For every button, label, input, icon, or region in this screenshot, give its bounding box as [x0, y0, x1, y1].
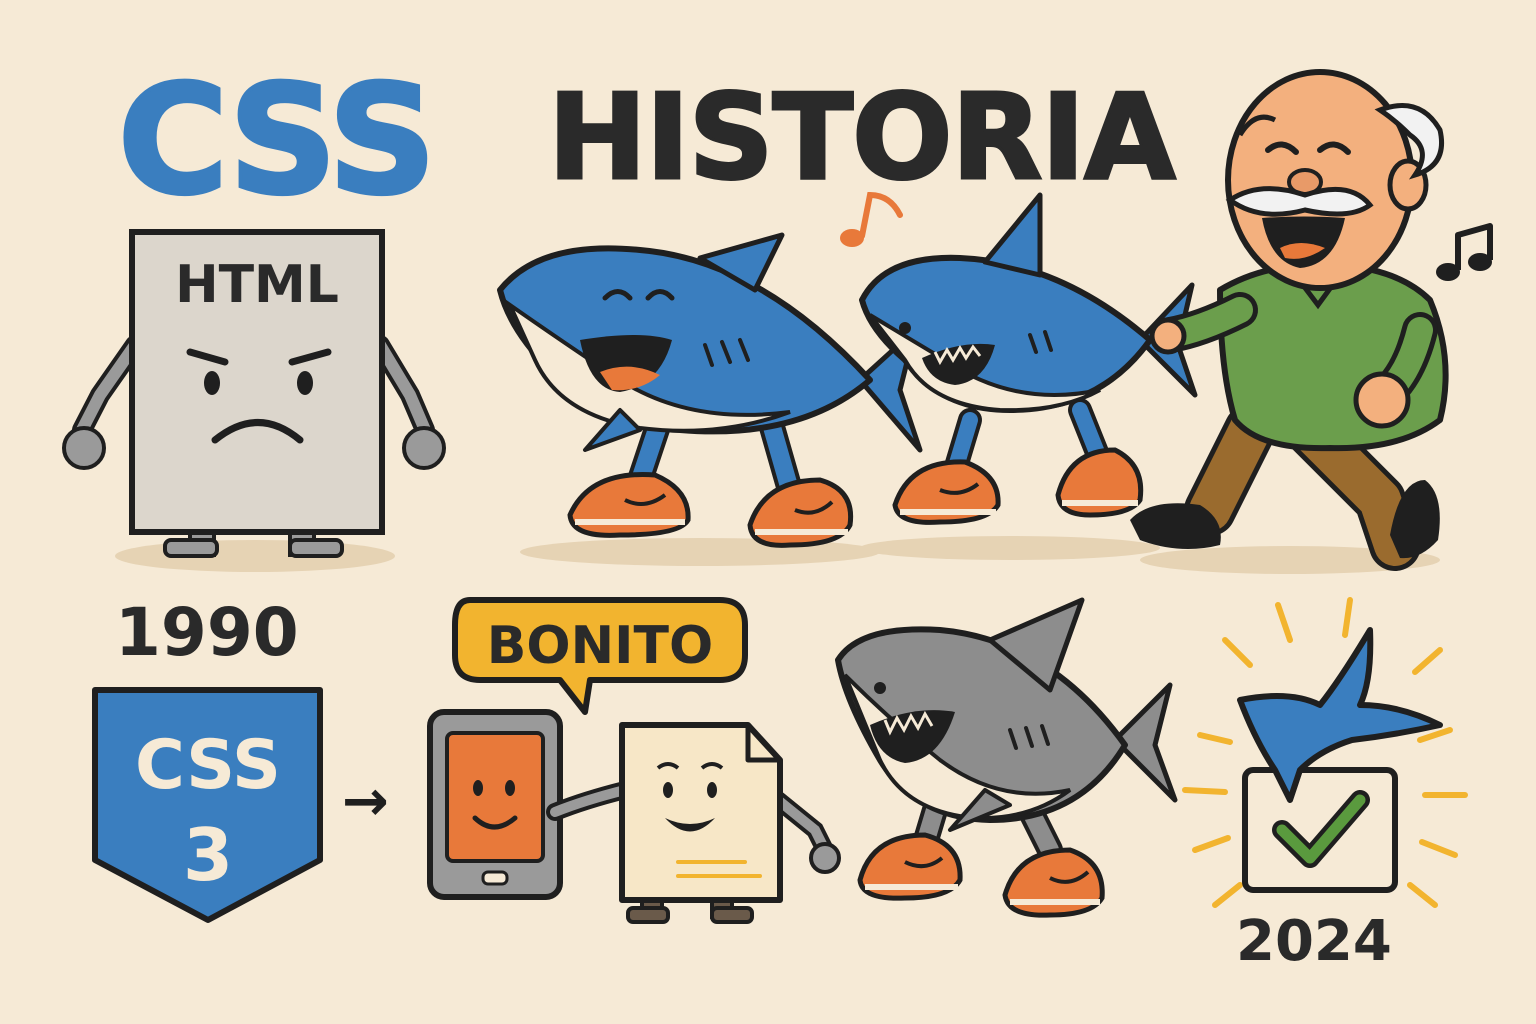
title-historia: HISTORIA	[548, 68, 1175, 206]
phone-home-button	[481, 870, 509, 886]
happy-old-man	[1130, 69, 1449, 574]
shark-1-sneaker-left	[567, 472, 691, 538]
old-man-mustache	[1225, 186, 1374, 217]
css3-shield-badge: CSS 3	[92, 687, 323, 923]
illustration-canvas: CSS HISTORIA HTML 1990 CSS 3 → BONITO 20…	[62, 52, 1493, 974]
blue-shark-1	[497, 232, 923, 566]
speech-bubble-text: BONITO	[487, 616, 713, 676]
html-page-right-hand	[402, 426, 446, 470]
gray-shark-eye	[874, 682, 886, 694]
document-body	[619, 722, 783, 903]
css3-badge-line1: CSS	[135, 726, 281, 805]
shark-2-eye	[899, 322, 911, 334]
old-man-hand-left	[1149, 317, 1187, 355]
happy-phone	[427, 709, 634, 900]
html-page-shadow	[115, 540, 395, 572]
html-page-right-eye	[297, 371, 313, 395]
timeline-arrow: →	[342, 769, 389, 834]
old-man-fist	[1353, 371, 1411, 429]
phone-screen	[445, 731, 545, 863]
shark-check-logo	[1182, 597, 1468, 908]
css3-badge-line2: 3	[183, 813, 233, 897]
happy-document	[619, 722, 841, 924]
speech-bubble: BONITO	[452, 597, 748, 715]
year-1990: 1990	[115, 594, 299, 671]
gray-shark-sneaker-right	[1002, 847, 1105, 918]
html-page-left-hand	[62, 426, 106, 470]
title-css: CSS	[118, 54, 434, 228]
html-page-left-eye	[204, 371, 220, 395]
music-note-2	[1436, 223, 1493, 281]
blue-shark-2	[859, 192, 1198, 560]
gray-shark	[835, 597, 1178, 918]
year-2024: 2024	[1236, 909, 1392, 974]
html-page-label: HTML	[175, 255, 339, 315]
old-man-shoe-back	[1130, 503, 1221, 549]
shark-2-dorsal-fin	[982, 192, 1043, 278]
check-box	[1242, 767, 1398, 893]
sad-html-page: HTML	[62, 229, 446, 572]
